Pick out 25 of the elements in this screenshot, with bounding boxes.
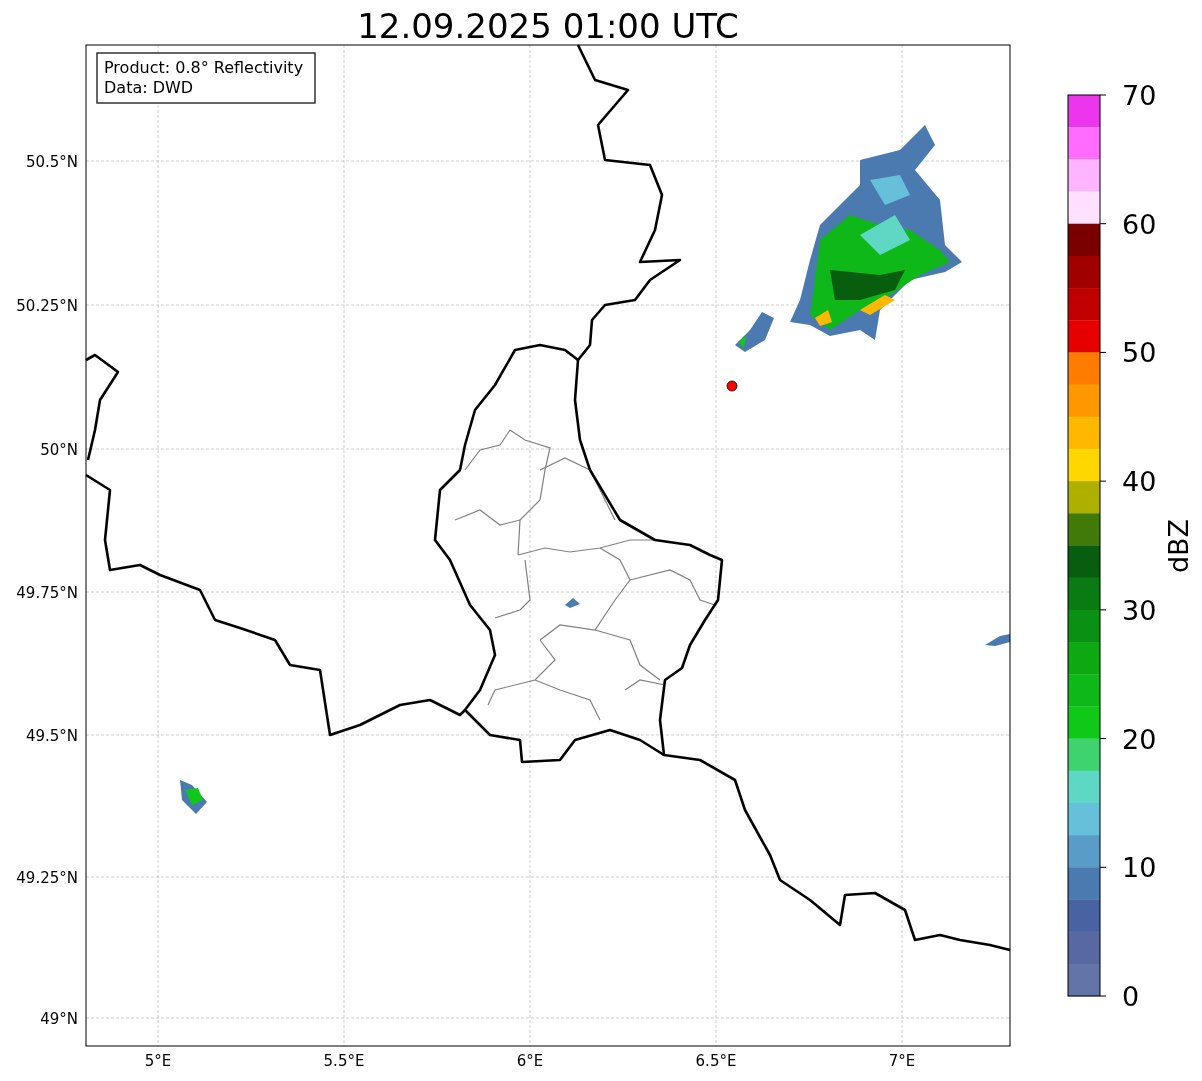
chart-title: 12.09.2025 01:00 UTC: [357, 6, 739, 46]
longitude-label: 5.5°E: [323, 1052, 365, 1070]
latitude-label: 50°N: [40, 441, 78, 459]
location-marker: [726, 380, 738, 392]
colorbar-tick-label: 60: [1122, 208, 1157, 240]
longitude-label: 6°E: [516, 1052, 544, 1070]
longitude-label: 6.5°E: [695, 1052, 737, 1070]
colorbar-tick-label: 20: [1122, 723, 1157, 755]
colorbar-tick-label: 10: [1122, 852, 1157, 884]
colorbar-tick-label: 0: [1122, 981, 1140, 1012]
latitude-label: 49.25°N: [16, 869, 78, 887]
info-text: Product: 0.8° Reflectivity: [104, 58, 304, 77]
longitude-label: 5°E: [144, 1052, 172, 1070]
colorbar-tick-label: 70: [1122, 80, 1157, 111]
longitude-label: 7°E: [888, 1052, 916, 1070]
colorbar-tick-label: 40: [1122, 466, 1157, 498]
info-text: Data: DWD: [104, 78, 194, 97]
latitude-label: 50.25°N: [16, 297, 78, 315]
colorbar-tick-label: 30: [1122, 594, 1157, 626]
colorbar-label: dBZ: [1163, 518, 1194, 574]
latitude-label: 49°N: [40, 1010, 78, 1028]
colorbar-tick-label: 50: [1122, 337, 1157, 369]
latitude-label: 49.75°N: [16, 584, 78, 602]
latitude-label: 50.5°N: [25, 153, 78, 171]
latitude-label: 49.5°N: [25, 727, 78, 745]
